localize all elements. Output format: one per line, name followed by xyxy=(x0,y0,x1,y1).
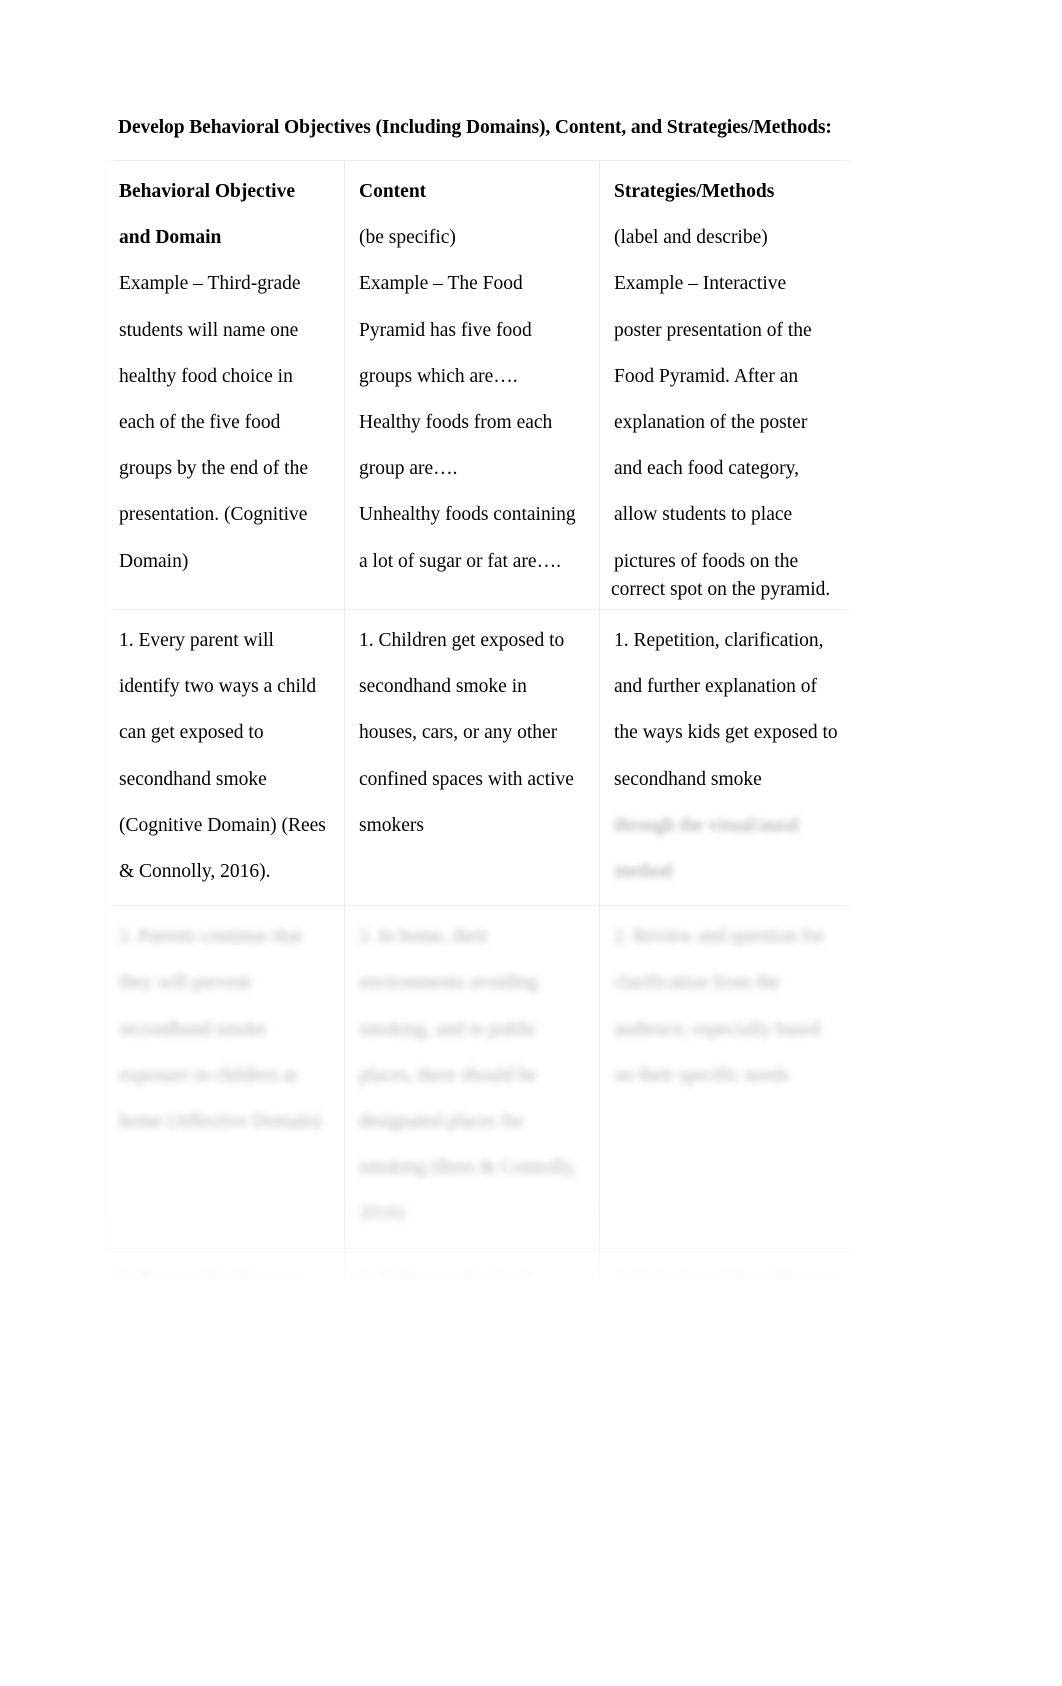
example-content-text-a: Example – The Food Pyramid has five food… xyxy=(359,273,532,387)
objective-1-text: 1. Every parent will identify two ways a… xyxy=(119,630,326,883)
cell-content-header-and-example: Content (be specific) Example – The Food… xyxy=(344,160,600,610)
cell-content-3: 3. Addresses the local support agencies … xyxy=(344,1247,600,1278)
cell-objective-2: 2. Parents continue that they will preve… xyxy=(104,905,345,1249)
cell-objective-3: 3. Parents identify two local agencies t… xyxy=(104,1247,345,1278)
cell-strategies-1: 1. Repetition, clarification, and furthe… xyxy=(599,608,852,907)
table-row: 1. Every parent will identify two ways a… xyxy=(104,608,852,907)
cell-strategies-3: 3. Inclusion of the addresses in the loc… xyxy=(599,1247,852,1278)
strategies-2-text-obscured: 2. Review and question for clarification… xyxy=(614,926,825,1086)
content-3-text-obscured: 3. Addresses the local support agencies … xyxy=(359,1257,585,1278)
example-content-text-b: Healthy foods from each group are…. xyxy=(359,412,553,480)
table-row: 2. Parents continue that they will preve… xyxy=(104,905,852,1249)
page-title: Develop Behavioral Objectives (Including… xyxy=(118,117,832,138)
table-row: 3. Parents identify two local agencies t… xyxy=(104,1247,852,1278)
column-header-strategies-methods: Strategies/Methods xyxy=(614,181,775,202)
example-content-text-c: Unhealthy foods containing a lot of suga… xyxy=(359,504,576,572)
column-header-behavioral-objective-line1: Behavioral Objective xyxy=(119,181,296,202)
cell-objective-header-and-example: Behavioral Objective and Domain Example … xyxy=(104,160,345,610)
strategies-1-text-obscured: through the visual/aural method xyxy=(614,814,800,883)
table-row: Behavioral Objective and Domain Example … xyxy=(104,160,852,610)
content-2-text-obscured: 2. In home, their environments avoiding … xyxy=(359,926,577,1225)
cell-strategies-2: 2. Review and question for clarification… xyxy=(599,905,852,1249)
cell-objective-1: 1. Every parent will identify two ways a… xyxy=(104,608,345,907)
example-strategies-overflow-line: correct spot on the pyramid. xyxy=(611,579,831,600)
cell-content-1: 1. Children get exposed to secondhand sm… xyxy=(344,608,600,907)
example-strategies-text: Example – Interactive poster presentatio… xyxy=(614,273,812,572)
cell-content-2: 2. In home, their environments avoiding … xyxy=(344,905,600,1249)
strategies-1-text: 1. Repetition, clarification, and furthe… xyxy=(614,630,838,790)
document-page: Develop Behavioral Objectives (Including… xyxy=(0,0,1062,1686)
strategies-3-text-obscured: 3. Inclusion of the addresses in the loc… xyxy=(614,1257,838,1278)
objectives-table: Behavioral Objective and Domain Example … xyxy=(104,160,852,1278)
objective-2-text-obscured: 2. Parents continue that they will preve… xyxy=(119,926,322,1133)
column-header-strategies-subtitle: (label and describe) xyxy=(614,227,768,249)
example-objective-text: Example – Third-grade students will name… xyxy=(119,273,309,572)
content-1-text: 1. Children get exposed to secondhand sm… xyxy=(359,630,574,836)
column-header-content: Content xyxy=(359,181,427,202)
objectives-table-container: Behavioral Objective and Domain Example … xyxy=(104,160,852,1278)
cell-strategies-header-and-example: Strategies/Methods (label and describe) … xyxy=(599,160,852,610)
objective-3-text-obscured: 3. Parents identify two local agencies t… xyxy=(119,1257,330,1278)
column-header-behavioral-objective-line2: and Domain xyxy=(119,227,222,249)
column-header-content-subtitle: (be specific) xyxy=(359,227,456,249)
